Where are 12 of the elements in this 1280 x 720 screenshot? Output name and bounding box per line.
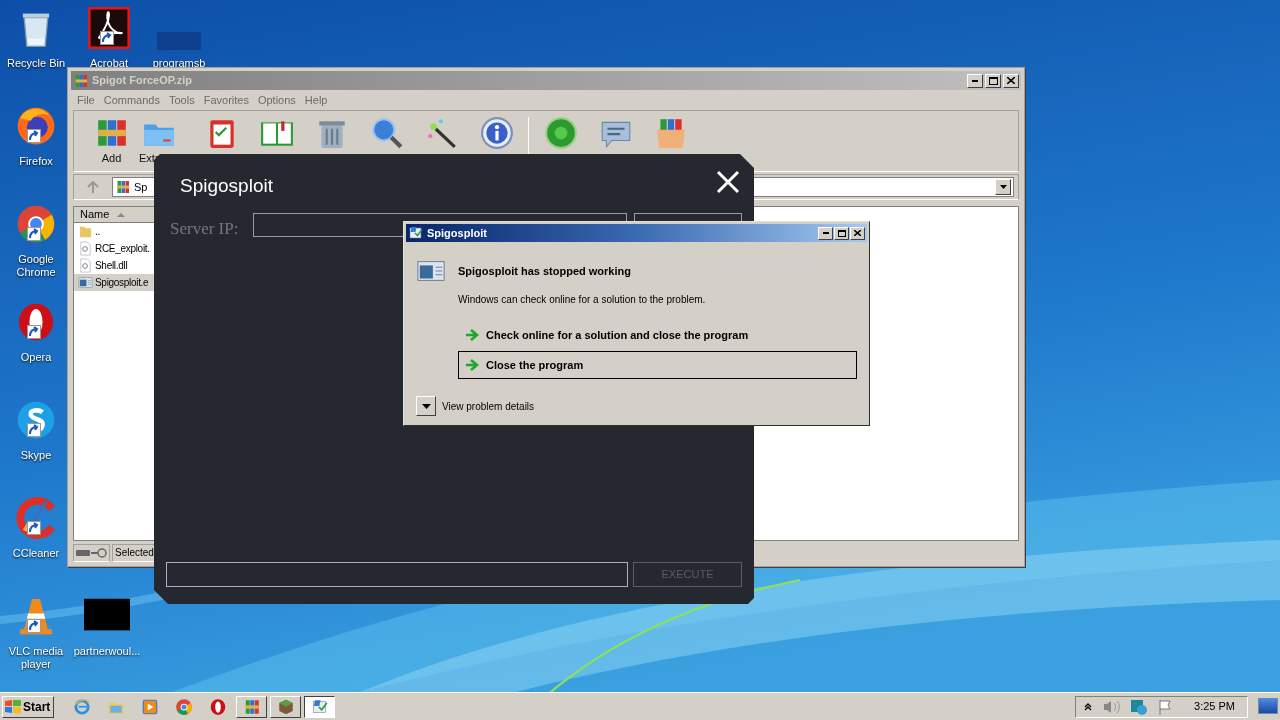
column-title: Name: [80, 207, 110, 223]
window-title: Spigot ForceOP.zip: [92, 73, 193, 89]
file-name: RCE_exploit.: [95, 242, 150, 256]
app-title: Spigosploit: [180, 174, 273, 198]
dialog-heading: Spigosploit has stopped working: [458, 263, 631, 279]
dialog-message: Windows can check online for a solution to the problem.: [458, 293, 707, 307]
file-name: Spigosploit.e: [95, 276, 149, 290]
path-text: Sp: [134, 179, 148, 195]
dialog-title: Spigosploit: [427, 225, 487, 241]
file-name: Shell.dll: [95, 259, 128, 273]
field-label: Server IP:: [170, 218, 239, 240]
file-name: ..: [95, 225, 100, 239]
